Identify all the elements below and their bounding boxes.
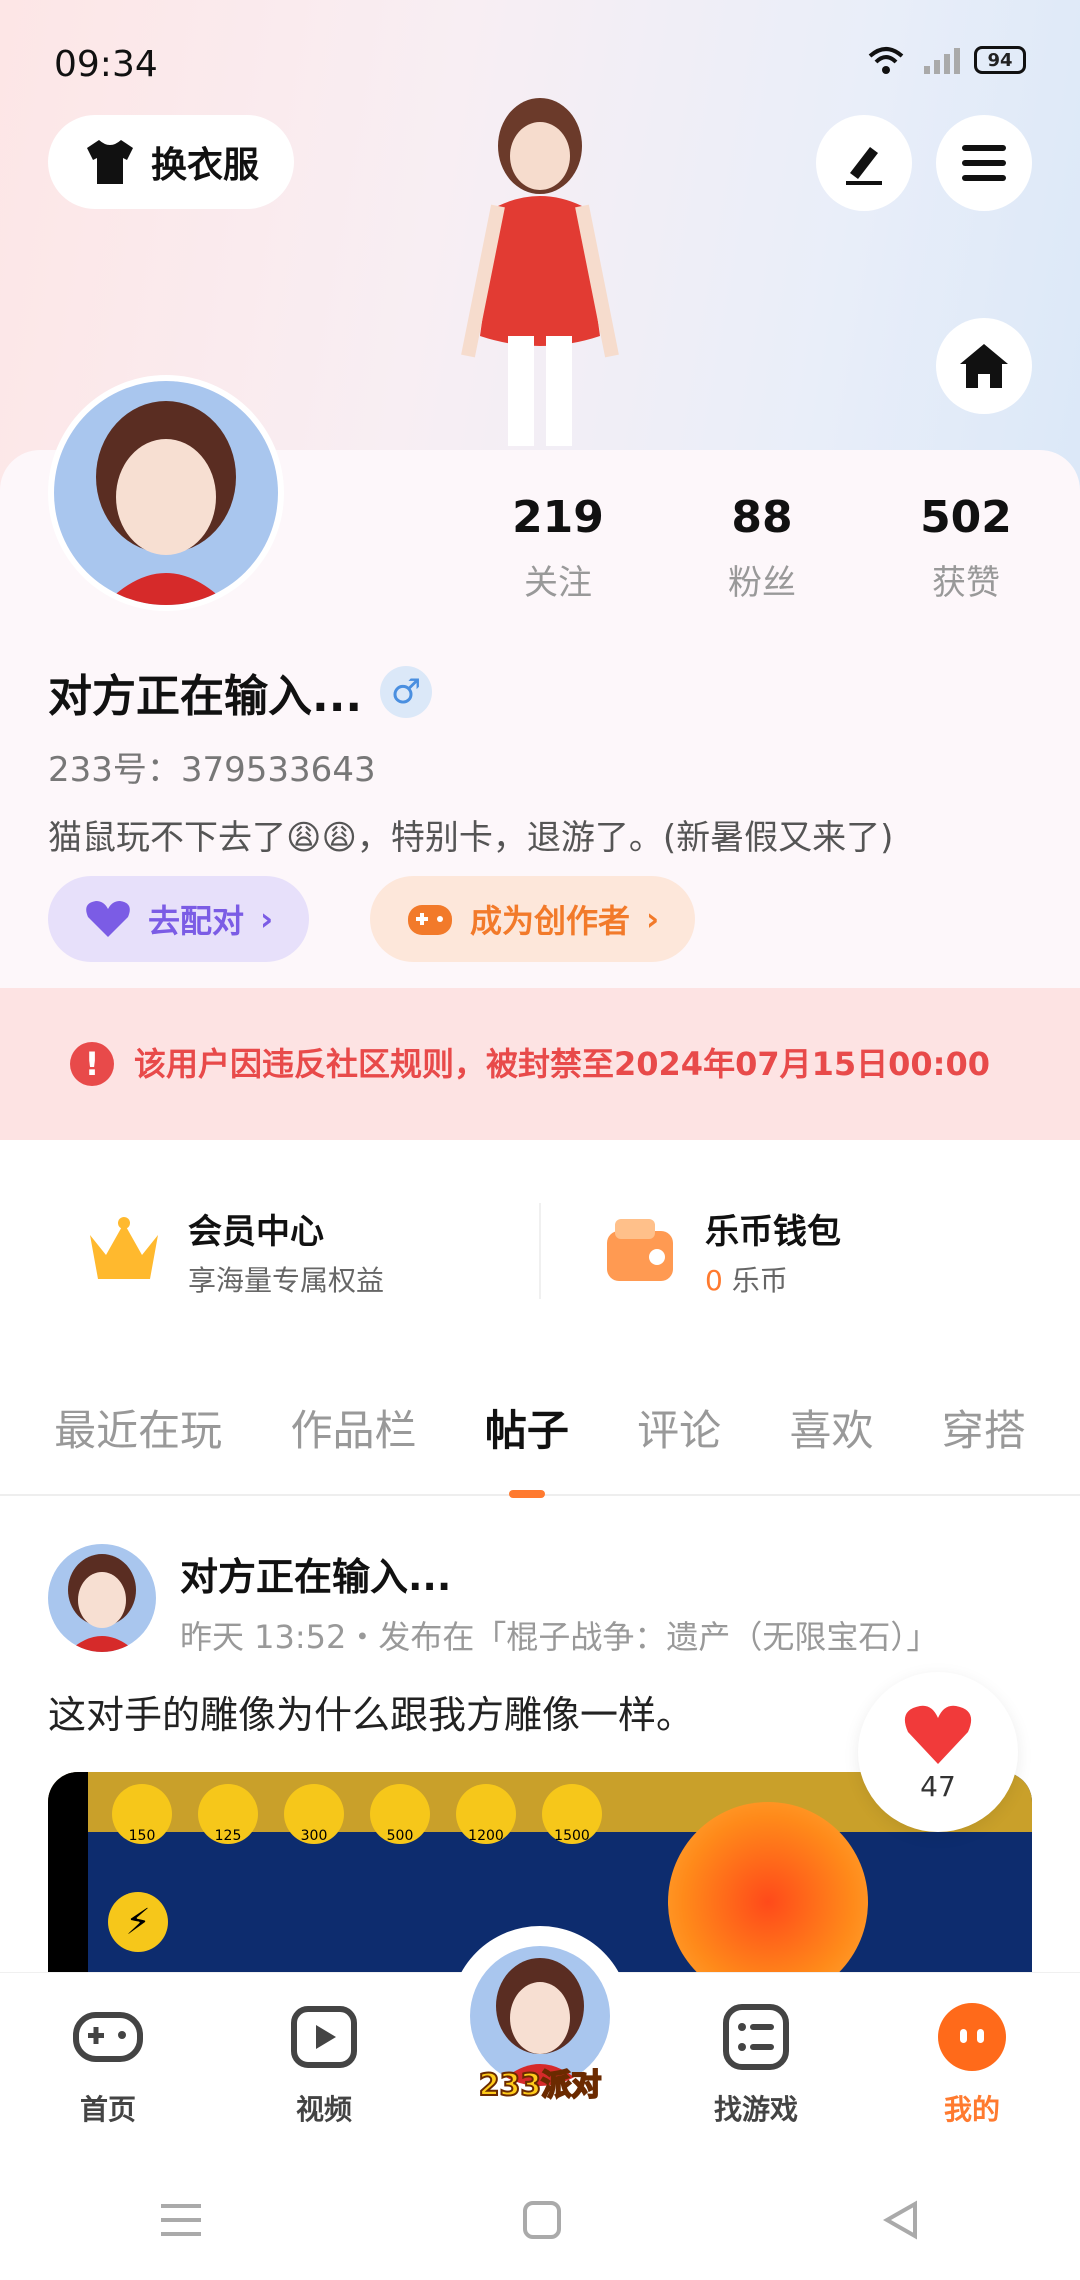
- profile-name: 对方正在输入...: [48, 671, 363, 722]
- tab-likes[interactable]: 喜欢: [789, 1397, 873, 1458]
- post-meta[interactable]: 昨天 13:52・发布在「棍子战争：遗产（无限宝石）」: [180, 1612, 938, 1658]
- tab-recent[interactable]: 最近在玩: [54, 1397, 222, 1458]
- profile-icon: [938, 2003, 1006, 2071]
- list-icon: [723, 2004, 789, 2070]
- cost-badge: 125: [198, 1784, 258, 1844]
- profile-avatar[interactable]: [48, 375, 284, 611]
- status-icons: 94: [866, 44, 1026, 76]
- video-icon: [291, 2006, 357, 2068]
- stat-following[interactable]: 219 关注: [468, 492, 648, 604]
- tab-comments[interactable]: 评论: [637, 1397, 721, 1458]
- wifi-icon: [868, 47, 904, 74]
- profile-bio: 猫鼠玩不下去了😩😩，特别卡，退游了。(新暑假又来了): [48, 818, 894, 858]
- coin-wallet[interactable]: 乐币钱包 0 乐币: [541, 1176, 1056, 1326]
- lightning-icon: ⚡: [108, 1892, 168, 1952]
- become-creator-button[interactable]: 成为创作者 ›: [370, 876, 696, 962]
- change-outfit-label: 换衣服: [150, 145, 259, 186]
- signal-icon: [924, 48, 960, 74]
- tab-works[interactable]: 作品栏: [290, 1397, 416, 1458]
- profile-uid[interactable]: 233号：379533643: [48, 742, 376, 791]
- home-button[interactable]: [936, 318, 1032, 414]
- nav-mine-label: 我的: [943, 2093, 1000, 2126]
- wallet-icon: [607, 1219, 673, 1281]
- cost-badge: 500: [370, 1784, 430, 1844]
- stat-following-label: 关注: [524, 563, 592, 603]
- stat-likes-label: 获赞: [932, 563, 1000, 603]
- nav-party-label: 233派对: [478, 2067, 603, 2104]
- nav-home[interactable]: 首页: [8, 2001, 208, 2128]
- battery-icon: 94: [974, 46, 1026, 74]
- nav-find-game[interactable]: 找游戏: [656, 2001, 856, 2128]
- coin-title: 乐币钱包: [705, 1211, 841, 1252]
- nav-find-game-label: 找游戏: [713, 2093, 798, 2126]
- tab-outfits[interactable]: 穿搭: [942, 1397, 1026, 1458]
- recent-apps-icon[interactable]: [159, 2202, 203, 2238]
- menu-button[interactable]: [936, 115, 1032, 211]
- coin-balance: 0 乐币: [705, 1259, 841, 1299]
- chevron-right-icon: ›: [646, 900, 660, 938]
- pencil-icon: [846, 147, 882, 185]
- warning-icon: !: [70, 1042, 114, 1086]
- nav-party-button[interactable]: 233派对: [450, 1926, 630, 2106]
- match-label: 去配对: [148, 902, 245, 940]
- male-icon: ♂: [380, 666, 433, 718]
- status-time: 09:34: [54, 44, 158, 85]
- system-nav-bar: [0, 2160, 1080, 2280]
- profile-tabs: 最近在玩 作品栏 帖子 评论 喜欢 穿搭: [0, 1360, 1080, 1496]
- post-author-avatar[interactable]: [48, 1544, 156, 1652]
- gamepad-icon: [73, 2012, 143, 2062]
- stat-fans[interactable]: 88 粉丝: [672, 492, 852, 604]
- profile-name-row: 对方正在输入... ♂: [48, 660, 433, 724]
- cost-badge: 1200: [456, 1784, 516, 1844]
- tshirt-icon: [86, 140, 133, 184]
- heart-icon: [86, 901, 130, 937]
- like-button[interactable]: 47: [858, 1672, 1018, 1832]
- post-text[interactable]: 这对手的雕像为什么跟我方雕像一样。: [48, 1684, 694, 1739]
- vip-title: 会员中心: [188, 1211, 324, 1252]
- heart-icon: [904, 1705, 972, 1764]
- ban-notice: ! 该用户因违反社区规则，被封禁至2024年07月15日00:00: [0, 988, 1080, 1140]
- crown-icon: [90, 1217, 158, 1279]
- home-icon: [960, 344, 1008, 388]
- game-cost-buttons: 150 125 300 500 1200 1500: [112, 1784, 602, 1844]
- character-figure[interactable]: [420, 96, 660, 456]
- cost-badge: 1500: [542, 1784, 602, 1844]
- vip-subtitle: 享海量专属权益: [188, 1263, 385, 1297]
- stat-following-value: 219: [512, 492, 604, 543]
- ban-notice-text: 该用户因违反社区规则，被封禁至2024年07月15日00:00: [134, 1045, 990, 1083]
- coin-unit: 乐币: [731, 1263, 788, 1297]
- change-outfit-button[interactable]: 换衣服: [48, 115, 294, 209]
- nav-video[interactable]: 视频: [224, 2001, 424, 2128]
- like-count: 47: [920, 1769, 956, 1803]
- stat-fans-value: 88: [731, 492, 793, 543]
- cost-badge: 150: [112, 1784, 172, 1844]
- menu-icon: [962, 145, 1006, 181]
- stat-likes[interactable]: 502 获赞: [876, 492, 1056, 604]
- stat-likes-value: 502: [920, 492, 1012, 543]
- chevron-right-icon: ›: [260, 900, 274, 938]
- stat-fans-label: 粉丝: [728, 563, 796, 603]
- wallet-card: 会员中心 享海量专属权益 乐币钱包 0 乐币: [24, 1176, 1056, 1326]
- match-button[interactable]: 去配对 ›: [48, 876, 310, 962]
- profile-stats: 219 关注 88 粉丝 502 获赞: [468, 492, 1056, 604]
- tab-posts[interactable]: 帖子: [485, 1397, 569, 1458]
- cost-badge: 300: [284, 1784, 344, 1844]
- home-nav-icon[interactable]: [522, 2200, 562, 2240]
- back-icon[interactable]: [881, 2200, 921, 2240]
- edit-button[interactable]: [816, 115, 912, 211]
- nav-video-label: 视频: [295, 2093, 352, 2126]
- creator-label: 成为创作者: [470, 902, 631, 940]
- vip-center[interactable]: 会员中心 享海量专属权益: [24, 1176, 539, 1326]
- nav-home-label: 首页: [79, 2093, 136, 2126]
- gamepad-icon: [408, 905, 452, 935]
- coin-amount: 0: [705, 1263, 723, 1297]
- post-author-name[interactable]: 对方正在输入...: [180, 1546, 451, 1601]
- nav-mine[interactable]: 我的: [872, 2001, 1072, 2128]
